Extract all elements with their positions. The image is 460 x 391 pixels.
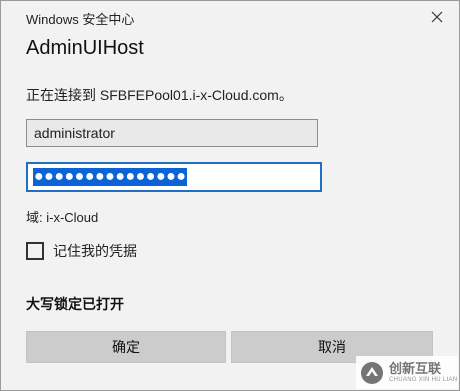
domain-label: 域: i-x-Cloud <box>26 210 99 225</box>
credential-dialog: Windows 安全中心 AdminUIHost 正在连接到 SFBFEPool… <box>0 0 460 391</box>
app-title: AdminUIHost <box>26 37 144 59</box>
connecting-message: 正在连接到 SFBFEPool01.i-x-Cloud.com。 <box>26 87 293 103</box>
remember-credentials-checkbox[interactable]: 记住我的凭据 <box>26 241 137 261</box>
password-field[interactable]: ●●●●●●●●●●●●●●● <box>26 162 322 192</box>
watermark: 创新互联 CHUANG XIN HU LIAN <box>356 356 458 389</box>
username-field[interactable] <box>26 119 318 147</box>
password-masked-text: ●●●●●●●●●●●●●●● <box>33 168 188 186</box>
checkbox-box[interactable] <box>26 242 44 260</box>
watermark-subtext: CHUANG XIN HU LIAN <box>389 376 458 383</box>
brand-logo-icon <box>361 361 383 384</box>
close-button[interactable] <box>425 5 449 29</box>
ok-button[interactable]: 确定 <box>26 331 226 363</box>
capslock-warning: 大写锁定已打开 <box>26 296 124 312</box>
remember-credentials-label: 记住我的凭据 <box>53 243 137 259</box>
close-icon <box>431 11 443 23</box>
watermark-text: 创新互联 <box>389 360 442 376</box>
window-title: Windows 安全中心 <box>26 12 135 27</box>
title-bar: Windows 安全中心 <box>1 1 459 31</box>
